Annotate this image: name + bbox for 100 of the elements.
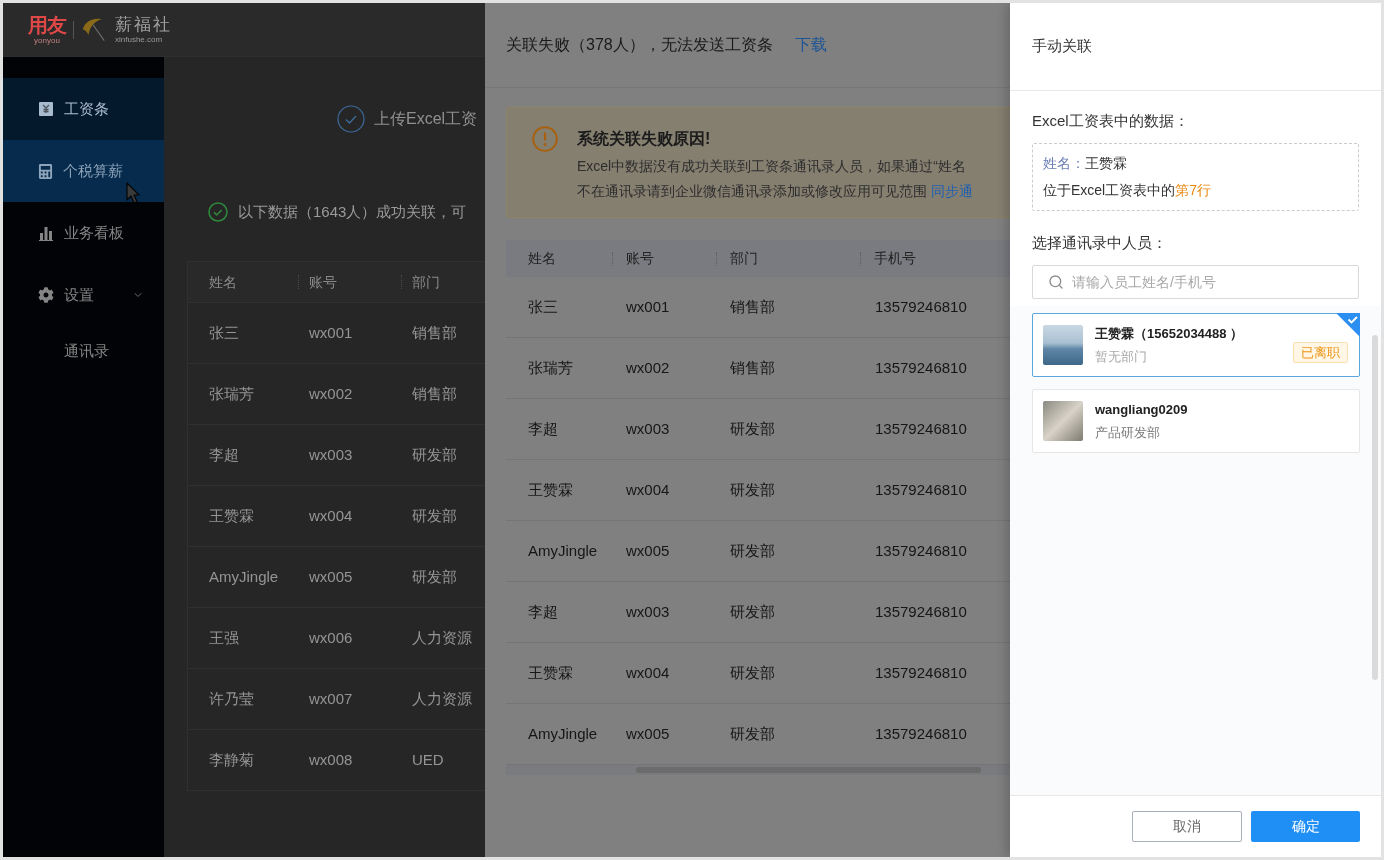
section-label: 选择通讯录中人员： xyxy=(1032,233,1168,253)
vertical-scrollbar[interactable] xyxy=(1372,335,1378,680)
table-cell: 研发部 xyxy=(730,724,775,742)
drawer-title: 手动关联 xyxy=(1032,36,1092,57)
table-cell: 许乃莹 xyxy=(209,689,254,707)
table-cell: 张瑞芳 xyxy=(209,384,254,402)
calculator-icon xyxy=(38,163,53,179)
sidebar-item[interactable]: 通讯录 xyxy=(3,326,164,376)
table-cell: 李静菊 xyxy=(209,750,254,768)
table-cell: 李超 xyxy=(209,445,239,463)
table-cell: AmyJingle xyxy=(209,567,279,585)
column-header: 部门 xyxy=(730,249,758,268)
table-cell: 销售部 xyxy=(730,358,775,376)
table-cell: AmyJingle xyxy=(528,541,598,559)
column-header: 账号 xyxy=(626,249,654,268)
table-cell: 人力资源 xyxy=(412,628,472,646)
table-cell: 13579246810 xyxy=(875,480,967,498)
table-cell: wx005 xyxy=(626,724,670,742)
logo-subtitle: xinfushe.com xyxy=(115,35,164,44)
table-cell: wx004 xyxy=(626,663,670,681)
table-cell: 销售部 xyxy=(412,384,457,402)
excel-row-text: 位于Excel工资表中的第7行 xyxy=(1043,181,1213,200)
mouse-pointer-icon xyxy=(126,182,140,204)
table-cell: 研发部 xyxy=(730,602,775,620)
table-cell: 研发部 xyxy=(412,567,457,585)
table-cell: 研发部 xyxy=(412,506,457,524)
table-cell: 张三 xyxy=(528,297,558,315)
settings-icon xyxy=(38,287,54,303)
success-check-icon xyxy=(208,202,228,222)
payslip-icon xyxy=(38,101,54,117)
sidebar-item[interactable]: 工资条 xyxy=(3,78,164,140)
table-cell: 13579246810 xyxy=(875,297,967,315)
table-cell: 13579246810 xyxy=(875,663,967,681)
excel-name-text: 姓名：王赞霖 xyxy=(1043,154,1128,173)
table-cell: 王赞霖 xyxy=(209,506,254,524)
table-cell: AmyJingle xyxy=(528,724,598,742)
table-cell: wx008 xyxy=(309,750,353,768)
table-cell: wx001 xyxy=(309,323,353,341)
table-cell: 研发部 xyxy=(730,480,775,498)
table-cell: wx004 xyxy=(626,480,670,498)
circle-check-icon xyxy=(337,105,365,133)
candidate-department: 产品研发部 xyxy=(1095,423,1161,442)
confirm-button[interactable]: 确定 xyxy=(1251,811,1360,842)
umbrella-logo-icon xyxy=(81,16,107,43)
table-cell: wx005 xyxy=(309,567,353,585)
table-cell: 王赞霖 xyxy=(528,663,573,681)
table-cell: wx005 xyxy=(626,541,670,559)
bar-chart-icon xyxy=(38,225,54,241)
table-cell: 李超 xyxy=(528,602,558,620)
search-icon xyxy=(1048,274,1064,290)
table-cell: wx004 xyxy=(309,506,353,524)
drawer-title: 关联失败（378人），无法发送工资条 xyxy=(506,35,773,55)
success-note: 以下数据（1643人）成功关联，可 xyxy=(238,201,467,222)
candidate-card[interactable]: wangliang0209 产品研发部 xyxy=(1032,389,1360,453)
candidate-name: 王赞霖（15652034488 ） xyxy=(1095,324,1245,343)
notice-title: 系统关联失败原因! xyxy=(577,129,712,149)
table-cell: 销售部 xyxy=(730,297,775,315)
notice-text: Excel中数据没有成功关联到工资条通讯录人员，如果通过“姓名 不在通讯录请到企业微信通讯录添加或修改应用可见范围 同步通 xyxy=(577,157,973,201)
sidebar-item[interactable]: 个税算薪 xyxy=(3,140,164,202)
logo-brand-text: 薪福社 xyxy=(115,15,172,35)
table-cell: 13579246810 xyxy=(875,358,967,376)
column-header: 手机号 xyxy=(874,249,916,268)
table-cell: wx002 xyxy=(309,384,353,402)
table-cell: 研发部 xyxy=(730,663,775,681)
table-cell: 13579246810 xyxy=(875,602,967,620)
column-header: 账号 xyxy=(309,272,337,292)
warning-icon xyxy=(532,126,558,152)
photo-placeholder xyxy=(1043,325,1083,365)
sidebar-item[interactable]: 业务看板 xyxy=(3,202,164,264)
table-cell: wx002 xyxy=(626,358,670,376)
table-cell: UED xyxy=(412,750,444,768)
candidate-name: wangliang0209 xyxy=(1095,400,1189,419)
table-cell: 王赞霖 xyxy=(528,480,573,498)
column-header: 部门 xyxy=(412,272,440,292)
table-cell: 研发部 xyxy=(730,419,775,437)
table-cell: wx001 xyxy=(626,297,670,315)
table-cell: 张瑞芳 xyxy=(528,358,573,376)
section-label: Excel工资表中的数据： xyxy=(1032,111,1190,131)
table-cell: 13579246810 xyxy=(875,724,967,742)
cancel-button[interactable]: 取消 xyxy=(1132,811,1242,842)
candidate-department: 暂无部门 xyxy=(1095,347,1148,366)
candidate-card[interactable]: 王赞霖（15652034488 ） 暂无部门 已离职 xyxy=(1032,313,1360,377)
table-cell: wx003 xyxy=(626,419,670,437)
status-tag: 已离职 xyxy=(1293,342,1348,363)
logo-subtitle: yonyou xyxy=(34,35,60,45)
table-cell: 人力资源 xyxy=(412,689,472,707)
column-header: 姓名 xyxy=(528,249,556,268)
table-cell: 研发部 xyxy=(730,541,775,559)
upload-step-label: 上传Excel工资 xyxy=(374,109,478,129)
table-cell: wx003 xyxy=(309,445,353,463)
column-header: 姓名 xyxy=(209,272,237,292)
sidebar-item[interactable]: 设置 xyxy=(3,264,164,326)
photo-placeholder xyxy=(1043,401,1083,441)
table-cell: 李超 xyxy=(528,419,558,437)
table-cell: wx007 xyxy=(309,689,353,707)
logo-brand-text: 用友 xyxy=(28,14,66,36)
table-cell: 王强 xyxy=(209,628,239,646)
search-field[interactable]: 请输入员工姓名/手机号 xyxy=(1032,265,1359,299)
table-cell: 销售部 xyxy=(412,323,457,341)
table-cell: wx003 xyxy=(626,602,670,620)
